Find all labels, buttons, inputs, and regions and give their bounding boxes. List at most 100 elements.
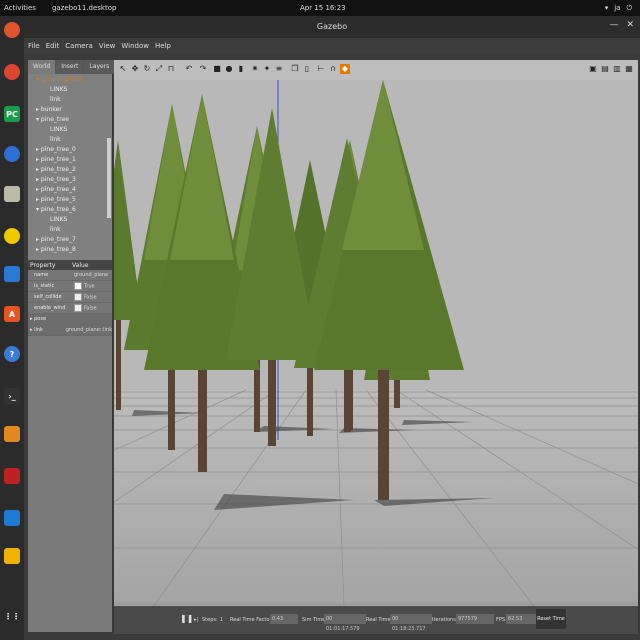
tree-item-pine-tree-5[interactable]: ▸ pine_tree_5 [36,196,76,203]
firefox-icon[interactable] [4,22,20,38]
app-dock: PC A ? ›_ ⋮⋮ [0,16,24,640]
scene-toolbar: ↖ ✥ ↻ ⤢ ⊓ ↶ ↷ ■ ● ▮ ✷ ✦ ≡ ❐ ▯ ⊢ ∩ ◆ ▣ ▤ … [114,60,638,81]
tree-item-pine-tree-3[interactable]: ▸ pine_tree_3 [36,176,76,183]
property-row-enable-wind[interactable]: enable_wind False [28,303,112,314]
is-static-checkbox[interactable]: ✓ [74,282,82,290]
reset-time-button[interactable]: Reset Time [536,609,566,629]
vscode-icon[interactable] [4,510,20,526]
spot-light-icon[interactable]: ✦ [262,64,272,74]
tree-item-link[interactable]: link [50,96,61,103]
thunderbird-icon[interactable] [4,146,20,162]
gazebo-window: Gazebo — ✕ File Edit Camera View Window … [24,16,640,640]
align-icon[interactable]: ⊢ [316,64,326,74]
screenshot-tool-icon[interactable] [4,468,20,484]
time-panel: ❚❚ ▸| Steps: 1 Real Time Factor: 0.43 Si… [114,606,638,634]
show-applications-icon[interactable]: ⋮⋮ [4,608,20,624]
property-column-header: Property [30,261,56,269]
menu-edit[interactable]: Edit [46,42,60,50]
magnet-icon[interactable]: ∩ [328,64,338,74]
tree-item-pine-tree[interactable]: ▾ pine_tree [36,116,69,123]
software-center-icon[interactable]: A [4,306,20,322]
tab-insert[interactable]: Insert [56,60,84,74]
translate-mode-icon[interactable]: ✥ [130,64,140,74]
menu-window[interactable]: Window [121,42,149,50]
property-row-link[interactable]: ▸ link ground_plane::link [28,325,112,336]
files-icon[interactable] [4,186,20,202]
tree-item-ground-plane[interactable]: ▾ ground_plane [36,76,82,83]
self-collide-checkbox[interactable] [74,293,82,301]
scene-render [114,80,638,606]
log-icon[interactable]: ▤ [600,64,610,74]
tree-item-links[interactable]: LINKS [50,126,67,133]
iterations-value: 977579 [456,614,494,624]
app-icon[interactable] [4,548,20,564]
tree-item-pine-tree-8[interactable]: ▸ pine_tree_8 [36,246,76,253]
sphere-shape-icon[interactable]: ● [224,64,234,74]
minimize-icon[interactable]: — [609,20,618,30]
language-indicator[interactable]: ja [614,4,620,13]
property-row-name[interactable]: name ground_plane [28,270,112,281]
directional-light-icon[interactable]: ≡ [274,64,284,74]
copy-icon[interactable]: ❐ [290,64,300,74]
undo-icon[interactable]: ↶ [184,64,194,74]
plot-icon[interactable]: ▥ [612,64,622,74]
chrome-icon[interactable] [4,64,20,80]
tree-item-pine-tree-7[interactable]: ▸ pine_tree_7 [36,236,76,243]
tree-item-pine-tree-6[interactable]: ▾ pine_tree_6 [36,206,76,213]
value-column-header: Value [72,261,89,269]
fps-value: 62.53 [506,614,536,624]
panel-tabs: World Insert Layers [28,60,115,74]
step-icon[interactable]: ▸| [194,617,198,623]
writer-icon[interactable] [4,266,20,282]
tree-item-link[interactable]: link [50,226,61,233]
point-light-icon[interactable]: ✷ [250,64,260,74]
menu-view[interactable]: View [99,42,116,50]
snap-icon[interactable]: ⊓ [166,64,176,74]
property-row-is-static[interactable]: is_static ✓ True [28,281,112,292]
steps-value[interactable]: 1 [220,617,223,623]
terminal-icon[interactable]: ›_ [4,388,20,404]
activities-button[interactable]: Activities [4,4,36,12]
paste-icon[interactable]: ▯ [302,64,312,74]
rotate-mode-icon[interactable]: ↻ [142,64,152,74]
tab-world[interactable]: World [28,60,56,74]
steps-label: Steps: [202,617,218,623]
scene-viewport[interactable] [114,80,638,606]
cylinder-shape-icon[interactable]: ▮ [236,64,246,74]
rhythmbox-icon[interactable] [4,228,20,244]
tree-item-pine-tree-2[interactable]: ▸ pine_tree_2 [36,166,76,173]
pycharm-icon[interactable]: PC [4,106,20,122]
gazebo-icon[interactable] [4,426,20,442]
menu-help[interactable]: Help [155,42,171,50]
tree-scrollbar[interactable] [107,138,111,218]
close-icon[interactable]: ✕ [626,20,634,30]
tab-layers[interactable]: Layers [84,60,115,74]
property-row-pose[interactable]: ▸ pose [28,314,112,325]
clock[interactable]: Apr 15 16:23 [300,4,346,12]
menu-camera[interactable]: Camera [65,42,92,50]
properties-header: Property Value [28,260,112,270]
tree-item-bunker[interactable]: ▸ bunker [36,106,62,113]
tree-item-links[interactable]: LINKS [50,216,67,223]
change-view-icon[interactable]: ◆ [340,64,350,74]
properties-panel: Property Value name ground_plane is_stat… [28,260,112,336]
tree-item-pine-tree-4[interactable]: ▸ pine_tree_4 [36,186,76,193]
enable-wind-checkbox[interactable] [74,304,82,312]
video-record-icon[interactable]: ▦ [624,64,634,74]
property-row-self-collide[interactable]: self_collide False [28,292,112,303]
screenshot-icon[interactable]: ▣ [588,64,598,74]
tree-item-link[interactable]: link [50,136,61,143]
tree-item-pine-tree-0[interactable]: ▸ pine_tree_0 [36,146,76,153]
tree-item-links[interactable]: LINKS [50,86,67,93]
menu-file[interactable]: File [28,42,40,50]
help-icon[interactable]: ? [4,346,20,362]
system-tray[interactable]: ▾ ja ⏻ [605,4,632,13]
network-icon: ▾ [604,3,609,12]
pause-icon[interactable]: ❚❚ [180,614,193,623]
redo-icon[interactable]: ↷ [198,64,208,74]
box-shape-icon[interactable]: ■ [212,64,222,74]
scale-mode-icon[interactable]: ⤢ [154,64,164,74]
app-menu[interactable]: gazebo11.desktop [52,4,117,12]
select-mode-icon[interactable]: ↖ [118,64,128,74]
tree-item-pine-tree-1[interactable]: ▸ pine_tree_1 [36,156,76,163]
